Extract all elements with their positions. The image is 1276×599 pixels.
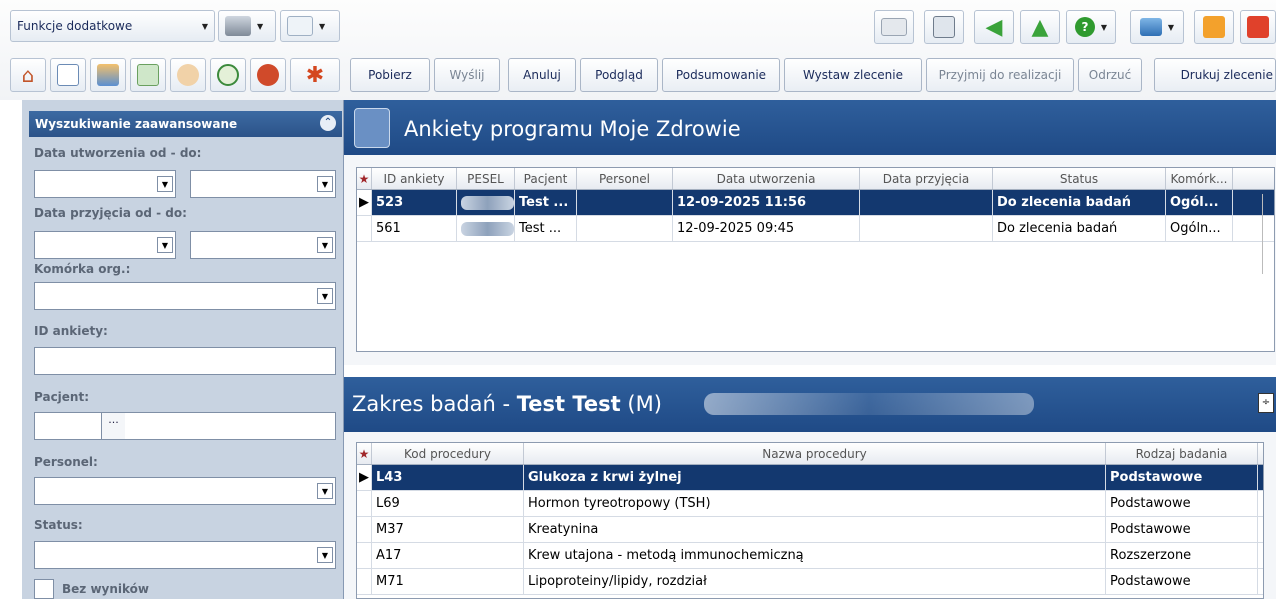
- network-icon: [933, 16, 955, 38]
- power-icon: [1247, 16, 1269, 38]
- chevron-down-icon: ▼: [201, 21, 208, 31]
- network-button[interactable]: [924, 10, 964, 44]
- virus-button[interactable]: [250, 58, 286, 92]
- clock-icon: [217, 64, 239, 86]
- users-button[interactable]: [90, 58, 126, 92]
- main-toolbar: Funkcje dodatkowe ▼ ▼ ▼ ◀ ▲ ? ▼ ▼ ⌂ ✱ Pob…: [0, 0, 1276, 100]
- table-header: ★ ID ankiety PESEL Pacjent Personel Data…: [357, 168, 1274, 190]
- wifi-icon: [354, 108, 390, 148]
- row-pointer-icon: ▶: [357, 190, 372, 215]
- documents-icon: [137, 64, 159, 86]
- table-row[interactable]: ▶ 523 Test ... 12-09-2025 11:56 Do zlece…: [357, 190, 1274, 216]
- arrow-left-icon: ◀: [985, 14, 1003, 40]
- chevron-down-icon[interactable]: ▼: [157, 176, 173, 192]
- page-title: Ankiety programu Moje Zdrowie: [404, 117, 741, 141]
- pesel-cell: [457, 190, 515, 215]
- created-to-field[interactable]: ▼: [190, 170, 336, 198]
- lock-button[interactable]: [1194, 10, 1234, 44]
- chevron-down-icon[interactable]: ▼: [317, 483, 333, 499]
- patient-button[interactable]: [170, 58, 206, 92]
- back-button[interactable]: ◀: [974, 10, 1014, 44]
- chevron-down-icon: ▼: [1100, 22, 1108, 32]
- received-to-field[interactable]: ▼: [190, 231, 336, 259]
- patient-select-button[interactable]: ...: [101, 413, 125, 439]
- chevron-down-icon[interactable]: ▼: [317, 176, 333, 192]
- preview-button[interactable]: Podgląd: [580, 58, 658, 92]
- pesel-cell: [457, 216, 515, 241]
- table-row[interactable]: L69 Hormon tyreotropowy (TSH) Podstawowe: [357, 491, 1263, 517]
- functions-dropdown[interactable]: Funkcje dodatkowe ▼: [10, 10, 215, 42]
- calendar-button[interactable]: [50, 58, 86, 92]
- monitor-icon: [1139, 18, 1162, 36]
- home-icon: ⌂: [21, 63, 35, 87]
- table-row[interactable]: M71 Lipoproteiny/lipidy, rozdział Podsta…: [357, 569, 1263, 595]
- send-button[interactable]: Wyślij: [434, 58, 500, 92]
- blurred-data: [704, 393, 1034, 415]
- layout-icon: [287, 16, 313, 36]
- help-icon: ?: [1074, 17, 1095, 37]
- patient-icon: [177, 64, 199, 86]
- chevron-down-icon[interactable]: ▼: [317, 547, 333, 563]
- medical-button[interactable]: ✱: [290, 58, 340, 92]
- surveys-table[interactable]: ★ ID ankiety PESEL Pacjent Personel Data…: [356, 167, 1275, 352]
- home-button[interactable]: ⌂: [10, 58, 46, 92]
- chevron-down-icon[interactable]: ▼: [157, 237, 173, 253]
- star-icon: ★: [357, 168, 372, 189]
- schedule-button[interactable]: [210, 58, 246, 92]
- help-dropdown[interactable]: ? ▼: [1066, 10, 1116, 44]
- splitter-icon[interactable]: ÷: [1258, 393, 1274, 413]
- monitor-dropdown[interactable]: ▼: [1130, 10, 1184, 44]
- arrow-up-icon: ▲: [1031, 14, 1049, 40]
- table-row[interactable]: ▶ L43 Glukoza z krwi żylnej Podstawowe: [357, 465, 1263, 491]
- up-button[interactable]: ▲: [1020, 10, 1060, 44]
- fetch-button[interactable]: Pobierz: [350, 58, 430, 92]
- chevron-down-icon[interactable]: ▼: [317, 288, 333, 304]
- lock-icon: [1203, 16, 1225, 38]
- advanced-search-panel: Wyszukiwanie zaawansowane ⌃ Data utworze…: [22, 100, 344, 599]
- status-select[interactable]: ▼: [34, 541, 336, 569]
- print-order-button[interactable]: Drukuj zlecenie: [1154, 58, 1276, 92]
- row-pointer-icon: ▶: [357, 465, 372, 490]
- documents-button[interactable]: [130, 58, 166, 92]
- staff-select[interactable]: ▼: [34, 477, 336, 505]
- table-row[interactable]: 561 Test ... 12-09-2025 09:45 Do zleceni…: [357, 216, 1274, 242]
- reject-button[interactable]: Odrzuć: [1078, 58, 1142, 92]
- surveys-header: Ankiety programu Moje Zdrowie: [344, 100, 1276, 155]
- table-row[interactable]: M37 Kreatynina Podstawowe: [357, 517, 1263, 543]
- scrollbar[interactable]: [1262, 194, 1270, 274]
- cancel-button[interactable]: Anuluj: [508, 58, 576, 92]
- unit-select[interactable]: ▼: [34, 282, 336, 310]
- table-header: ★ Kod procedury Nazwa procedury Rodzaj b…: [357, 443, 1263, 465]
- panel-header: Wyszukiwanie zaawansowane ⌃: [29, 111, 342, 137]
- survey-id-input[interactable]: [34, 347, 336, 375]
- collapse-icon[interactable]: ⌃: [320, 115, 336, 131]
- chevron-down-icon: ▼: [257, 21, 264, 31]
- mail-icon: [881, 18, 907, 36]
- no-results-checkbox[interactable]: [34, 579, 54, 599]
- created-from-field[interactable]: ▼: [34, 170, 176, 198]
- chevron-down-icon[interactable]: ▼: [317, 237, 333, 253]
- chevron-down-icon: ▼: [1167, 22, 1175, 32]
- star-icon: ★: [357, 443, 372, 464]
- patient-field[interactable]: ...: [34, 412, 336, 440]
- power-button[interactable]: [1240, 10, 1276, 44]
- table-row[interactable]: A17 Krew utajona - metodą immunochemiczn…: [357, 543, 1263, 569]
- received-from-field[interactable]: ▼: [34, 231, 176, 259]
- printer-icon: [225, 16, 251, 36]
- users-icon: [97, 64, 119, 86]
- issue-order-button[interactable]: Wystaw zlecenie: [784, 58, 922, 92]
- section-title: Zakres badań - Test Test (M): [352, 392, 662, 416]
- procedures-table[interactable]: ★ Kod procedury Nazwa procedury Rodzaj b…: [356, 442, 1264, 599]
- layout-dropdown[interactable]: ▼: [280, 10, 340, 42]
- procedures-header: Zakres badań - Test Test (M) ÷: [344, 377, 1276, 432]
- virus-icon: [257, 64, 279, 86]
- accept-button[interactable]: Przyjmij do realizacji: [926, 58, 1074, 92]
- medical-star-icon: ✱: [305, 62, 325, 88]
- mail-button[interactable]: [874, 10, 914, 44]
- chevron-down-icon: ▼: [319, 21, 326, 31]
- summary-button[interactable]: Podsumowanie: [662, 58, 780, 92]
- calendar-icon: [57, 64, 79, 86]
- print-dropdown[interactable]: ▼: [218, 10, 276, 42]
